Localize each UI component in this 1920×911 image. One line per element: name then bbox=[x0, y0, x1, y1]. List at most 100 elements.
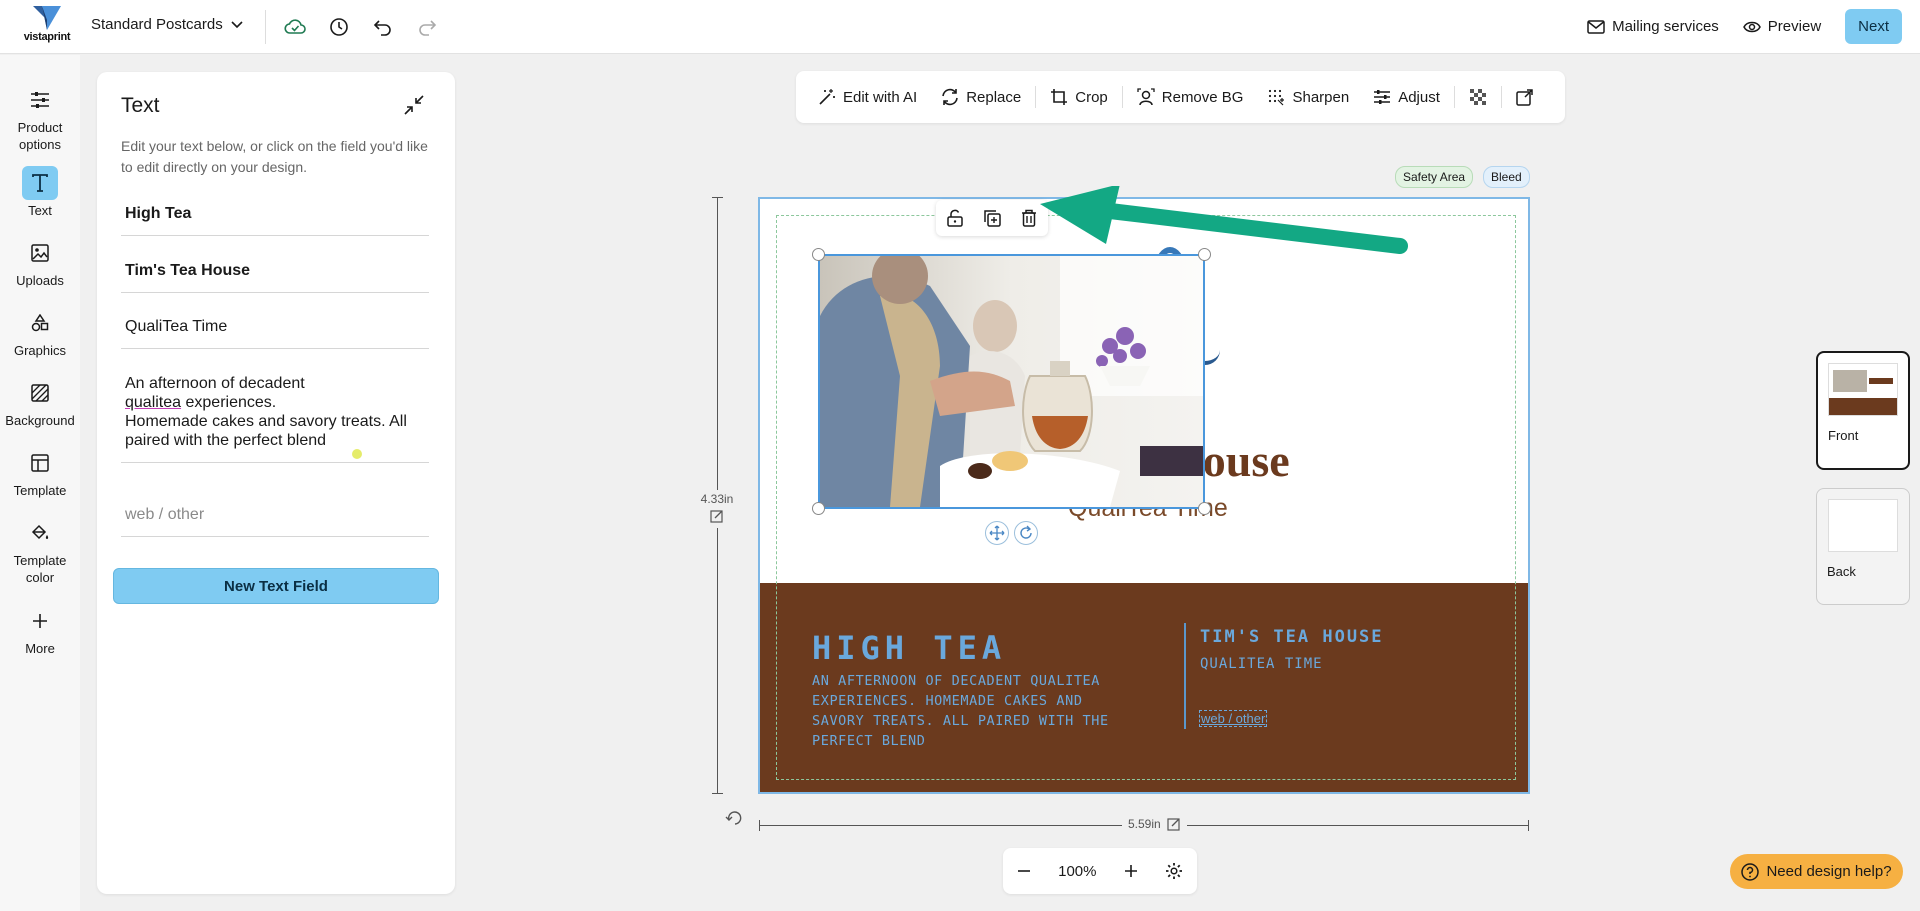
height-label-box[interactable]: 4.33in bbox=[698, 490, 736, 528]
height-label: 4.33in bbox=[700, 492, 734, 506]
delete-trash-icon[interactable] bbox=[1017, 206, 1041, 230]
card-high-tea-text[interactable]: HIGH TEA bbox=[812, 629, 1006, 667]
panel-title: Text bbox=[121, 94, 160, 117]
rail-item-background[interactable]: Background bbox=[0, 376, 80, 429]
remove-bg-button[interactable]: Remove BG bbox=[1137, 88, 1244, 106]
preview-button[interactable]: Preview bbox=[1742, 18, 1821, 35]
redo-icon[interactable] bbox=[414, 14, 440, 40]
width-label-box[interactable]: 5.59in bbox=[1122, 817, 1187, 831]
header-divider bbox=[265, 10, 266, 44]
spellcheck-word: qualitea bbox=[125, 394, 182, 411]
resize-handle-bottom-left[interactable] bbox=[812, 502, 825, 515]
image-icon bbox=[22, 236, 58, 270]
back-thumbnail-image bbox=[1828, 499, 1898, 552]
chevron-down-icon bbox=[231, 20, 243, 28]
rail-item-more[interactable]: More bbox=[0, 604, 80, 657]
card-web-text[interactable]: web / other bbox=[1198, 710, 1268, 727]
replace-button[interactable]: Replace bbox=[941, 88, 1021, 106]
project-name: Standard Postcards bbox=[91, 16, 223, 33]
sharpen-button[interactable]: Sharpen bbox=[1267, 88, 1349, 106]
rail-item-text[interactable]: Text bbox=[0, 166, 80, 219]
magic-wand-icon bbox=[819, 89, 835, 105]
arrange-button[interactable] bbox=[1516, 88, 1534, 106]
object-quick-tools bbox=[936, 200, 1048, 236]
card-description-text[interactable]: AN AFTERNOON OF DECADENT QUALITEA EXPERI… bbox=[812, 671, 1142, 751]
design-help-label: Need design help? bbox=[1766, 863, 1892, 880]
export-arrange-icon bbox=[1516, 89, 1533, 106]
page-label-front: Front bbox=[1828, 428, 1859, 443]
new-text-field-button[interactable]: New Text Field bbox=[113, 568, 439, 604]
replace-arrows-icon bbox=[942, 88, 959, 106]
text-field-qualitea-value: QualiTea Time bbox=[125, 318, 228, 335]
collapse-panel-icon[interactable] bbox=[403, 94, 427, 118]
resize-handle-bottom-right[interactable] bbox=[1198, 502, 1211, 515]
card-brown-band: HIGH TEA AN AFTERNOON OF DECADENT QUALIT… bbox=[760, 583, 1528, 792]
duplicate-icon[interactable] bbox=[980, 206, 1004, 230]
paint-bucket-icon bbox=[22, 516, 58, 550]
transparency-button[interactable] bbox=[1469, 88, 1487, 106]
toolbar-separator bbox=[1121, 86, 1123, 108]
resize-handle-top-left[interactable] bbox=[812, 248, 825, 261]
rotate-card-icon[interactable] bbox=[725, 808, 745, 828]
page-thumb-back[interactable]: Back bbox=[1816, 488, 1910, 605]
resize-handle-top-right[interactable] bbox=[1198, 248, 1211, 261]
rail-item-template[interactable]: Template bbox=[0, 446, 80, 499]
zoom-settings-gear-icon[interactable] bbox=[1165, 862, 1183, 880]
text-field-tea-house[interactable]: Tim's Tea House bbox=[121, 262, 429, 293]
rail-item-graphics[interactable]: Graphics bbox=[0, 306, 80, 359]
cloud-saved-icon[interactable] bbox=[282, 14, 308, 40]
edit-with-ai-label: Edit with AI bbox=[843, 88, 918, 106]
rotate-handle-icon[interactable] bbox=[1014, 521, 1038, 545]
adjust-button[interactable]: Adjust bbox=[1373, 88, 1440, 106]
history-clock-icon[interactable] bbox=[326, 14, 352, 40]
mailing-services-link[interactable]: Mailing services bbox=[1587, 18, 1719, 35]
card-house-name-text[interactable]: TIM'S TEA HOUSE bbox=[1200, 627, 1384, 647]
crop-label: Crop bbox=[1075, 88, 1108, 106]
eye-icon bbox=[1742, 21, 1761, 32]
toolbar-separator bbox=[1500, 86, 1502, 108]
text-field-description[interactable]: An afternoon of decadent qualitea experi… bbox=[121, 374, 429, 463]
rail-item-product-options[interactable]: Product options bbox=[0, 83, 80, 153]
bleed-badge[interactable]: Bleed bbox=[1483, 166, 1530, 188]
text-field-qualitea-time[interactable]: QualiTea Time bbox=[121, 318, 429, 349]
rail-item-uploads[interactable]: Uploads bbox=[0, 236, 80, 289]
mail-icon bbox=[1587, 19, 1605, 34]
mailing-services-label: Mailing services bbox=[1612, 18, 1719, 35]
project-name-dropdown[interactable]: Standard Postcards bbox=[91, 16, 243, 33]
tea-pouring-photo bbox=[820, 256, 1203, 507]
pattern-icon bbox=[22, 376, 58, 410]
next-button[interactable]: Next bbox=[1845, 9, 1902, 44]
zoom-level[interactable]: 100% bbox=[1058, 863, 1096, 880]
undo-icon[interactable] bbox=[370, 14, 396, 40]
sliders-icon bbox=[22, 83, 58, 117]
zoom-in-icon[interactable] bbox=[1124, 864, 1138, 878]
rail-label-more: More bbox=[25, 641, 55, 656]
rail-label-background: Background bbox=[5, 413, 75, 428]
card-divider-line bbox=[1184, 623, 1186, 729]
move-handle-icon[interactable] bbox=[985, 521, 1009, 545]
remove-bg-label: Remove BG bbox=[1161, 88, 1244, 106]
page-thumb-front[interactable]: Front bbox=[1816, 351, 1910, 470]
rail-label-template-color: Template color bbox=[13, 553, 67, 585]
rail-label-product-options: Product options bbox=[17, 120, 63, 152]
text-field-high-tea[interactable]: High Tea bbox=[121, 205, 429, 236]
vistaprint-logo[interactable]: vistaprint bbox=[22, 6, 72, 48]
zoom-out-icon[interactable] bbox=[1017, 864, 1031, 878]
front-thumbnail-image bbox=[1828, 363, 1898, 416]
replace-label: Replace bbox=[966, 88, 1022, 106]
help-question-icon bbox=[1741, 862, 1760, 881]
crop-button[interactable]: Crop bbox=[1050, 88, 1108, 106]
rail-label-text: Text bbox=[28, 203, 52, 218]
text-panel: Text Edit your text below, or click on t… bbox=[97, 72, 455, 894]
mouse-cursor-highlight bbox=[352, 449, 362, 459]
selected-tea-photo[interactable] bbox=[818, 254, 1205, 509]
rail-label-template: Template bbox=[13, 483, 67, 498]
safety-area-badge[interactable]: Safety Area bbox=[1395, 166, 1474, 188]
design-help-button[interactable]: Need design help? bbox=[1730, 854, 1903, 889]
card-tagline-text[interactable]: QUALITEA TIME bbox=[1200, 656, 1323, 672]
rail-item-template-color[interactable]: Template color bbox=[0, 516, 80, 586]
unlock-icon[interactable] bbox=[943, 206, 967, 230]
sharpen-icon bbox=[1269, 89, 1285, 106]
text-field-web[interactable]: web / other bbox=[121, 506, 429, 537]
edit-with-ai-button[interactable]: Edit with AI bbox=[818, 88, 917, 106]
